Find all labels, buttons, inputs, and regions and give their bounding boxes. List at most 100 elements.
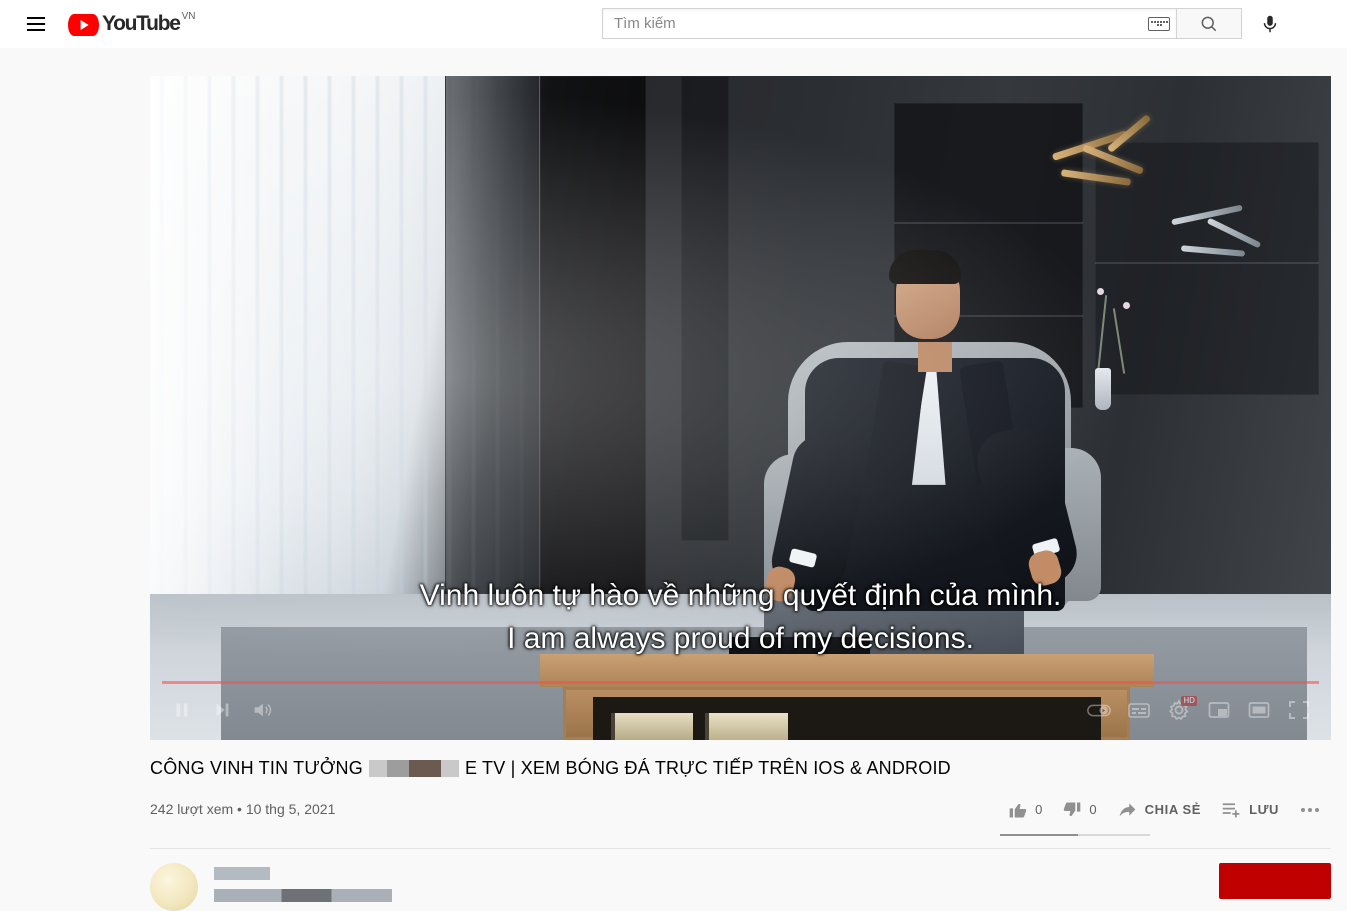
- microphone-icon: [1263, 15, 1277, 32]
- miniplayer-icon: [1208, 702, 1230, 718]
- next-video-button[interactable]: [202, 690, 242, 730]
- video-player[interactable]: Vinh luôn tự hào về những quyết định của…: [150, 76, 1331, 740]
- masthead: YouTube VN: [0, 0, 1347, 48]
- youtube-play-icon: [68, 13, 99, 36]
- youtube-country-code: VN: [181, 10, 196, 22]
- search-button[interactable]: [1177, 8, 1242, 39]
- like-ratio-fill: [1000, 834, 1079, 836]
- hamburger-line: [27, 22, 45, 25]
- key-dot: [1150, 21, 1153, 23]
- video-meta: CÔNG VINH TIN TƯỞNG E TV | XEM BÓNG ĐÁ T…: [150, 740, 1331, 911]
- channel-avatar[interactable]: [150, 863, 198, 911]
- save-to-playlist-icon: [1222, 803, 1240, 818]
- video-frame: [150, 76, 1331, 740]
- redaction-segment: [408, 760, 441, 777]
- fullscreen-icon: [1289, 701, 1309, 719]
- key-dot: [1156, 24, 1159, 26]
- share-arrow-icon: [1119, 803, 1135, 817]
- dislike-button[interactable]: 0: [1052, 790, 1106, 830]
- dislike-count: 0: [1089, 802, 1097, 817]
- more-actions-button[interactable]: [1289, 798, 1331, 822]
- redaction-segment: [440, 760, 459, 777]
- pause-button[interactable]: [162, 690, 202, 730]
- settings-button[interactable]: HD: [1159, 690, 1199, 730]
- flower-bud: [1123, 301, 1131, 309]
- view-count: 242 lượt xem: [150, 801, 234, 817]
- miniplayer-button[interactable]: [1199, 690, 1239, 730]
- hamburger-menu-icon[interactable]: [16, 4, 56, 44]
- subtitles-icon: [1128, 703, 1150, 718]
- person-neck: [917, 341, 952, 372]
- save-label: LƯU: [1249, 802, 1279, 817]
- video-title: CÔNG VINH TIN TƯỞNG E TV | XEM BÓNG ĐÁ T…: [150, 758, 1331, 779]
- youtube-logo-text: YouTube: [102, 11, 181, 35]
- meta-separator: •: [237, 801, 242, 817]
- youtube-logo[interactable]: YouTube VN: [68, 10, 196, 36]
- voice-search-button[interactable]: [1250, 8, 1290, 39]
- channel-info: [214, 863, 392, 902]
- keyboard-icon[interactable]: [1148, 16, 1170, 31]
- video-action-bar: 0 0 CHIA SẺ LƯU: [998, 789, 1331, 836]
- redaction-segment: [368, 760, 387, 777]
- key-dot: [1165, 21, 1168, 23]
- share-button[interactable]: CHIA SẺ: [1107, 789, 1211, 830]
- player-control-bar: HD: [150, 686, 1331, 734]
- more-dot: [1301, 807, 1305, 812]
- autoplay-toggle[interactable]: [1079, 690, 1119, 730]
- thumbs-up-icon: [1009, 803, 1027, 817]
- person-hair: [889, 249, 962, 284]
- thumbs-down-icon: [1064, 802, 1081, 816]
- key-dot: [1159, 24, 1162, 26]
- view-count-and-date: 242 lượt xem • 10 thg 5, 2021: [150, 789, 335, 817]
- key-dot: [1159, 21, 1162, 23]
- video-title-before: CÔNG VINH TIN TƯỞNG: [150, 758, 363, 778]
- volume-button[interactable]: [242, 690, 282, 730]
- search-icon: [1201, 16, 1217, 31]
- key-dot: [1156, 21, 1159, 23]
- progress-played: [162, 681, 1319, 684]
- vase: [1094, 368, 1111, 411]
- wall-column-secondary: [681, 76, 729, 541]
- like-ratio-bar: [1000, 834, 1151, 836]
- more-dot: [1308, 807, 1312, 812]
- chandelier-arm: [1060, 168, 1132, 186]
- pause-icon: [176, 703, 188, 717]
- key-dot: [1162, 21, 1165, 23]
- theater-mode-icon: [1248, 702, 1270, 718]
- redacted-brand-block: [368, 760, 459, 777]
- publish-date: 10 thg 5, 2021: [245, 801, 336, 817]
- subscribe-button[interactable]: [1219, 863, 1331, 899]
- chandelier-arm: [1181, 245, 1246, 258]
- chandelier-arm: [1207, 217, 1262, 249]
- chandelier-silver: [1157, 182, 1307, 292]
- autoplay-toggle-icon: [1087, 704, 1111, 717]
- hamburger-line: [27, 28, 45, 31]
- fullscreen-button[interactable]: [1279, 690, 1319, 730]
- page-body: Vinh luôn tự hào về những quyết định của…: [0, 48, 1347, 911]
- redaction-segment: [386, 760, 409, 777]
- search-area: [602, 8, 1290, 39]
- video-progress-bar[interactable]: [162, 681, 1319, 684]
- search-input[interactable]: [614, 15, 1148, 32]
- key-dot: [1153, 21, 1156, 23]
- more-dot: [1315, 807, 1319, 812]
- channel-subscribers-redacted: [214, 889, 392, 902]
- theater-mode-button[interactable]: [1239, 690, 1279, 730]
- save-button[interactable]: LƯU: [1211, 789, 1289, 830]
- like-count: 0: [1035, 802, 1043, 817]
- meta-row: 242 lượt xem • 10 thg 5, 2021 0 0 CHIA S…: [150, 789, 1331, 836]
- next-video-icon: [216, 703, 229, 717]
- channel-strip: [150, 849, 1331, 911]
- volume-icon: [254, 703, 272, 717]
- share-label: CHIA SẺ: [1144, 802, 1202, 817]
- search-box[interactable]: [602, 8, 1177, 39]
- dark-drape: [445, 76, 540, 661]
- channel-name-redacted[interactable]: [214, 867, 270, 880]
- subtitles-button[interactable]: [1119, 690, 1159, 730]
- quality-hd-badge: HD: [1181, 696, 1197, 706]
- hamburger-line: [27, 16, 45, 19]
- primary-column: Vinh luôn tự hào về những quyết định của…: [150, 76, 1331, 911]
- like-button[interactable]: 0: [998, 790, 1052, 830]
- wall-column: [539, 76, 646, 594]
- video-title-after: E TV | XEM BÓNG ĐÁ TRỰC TIẾP TRÊN IOS & …: [464, 758, 951, 778]
